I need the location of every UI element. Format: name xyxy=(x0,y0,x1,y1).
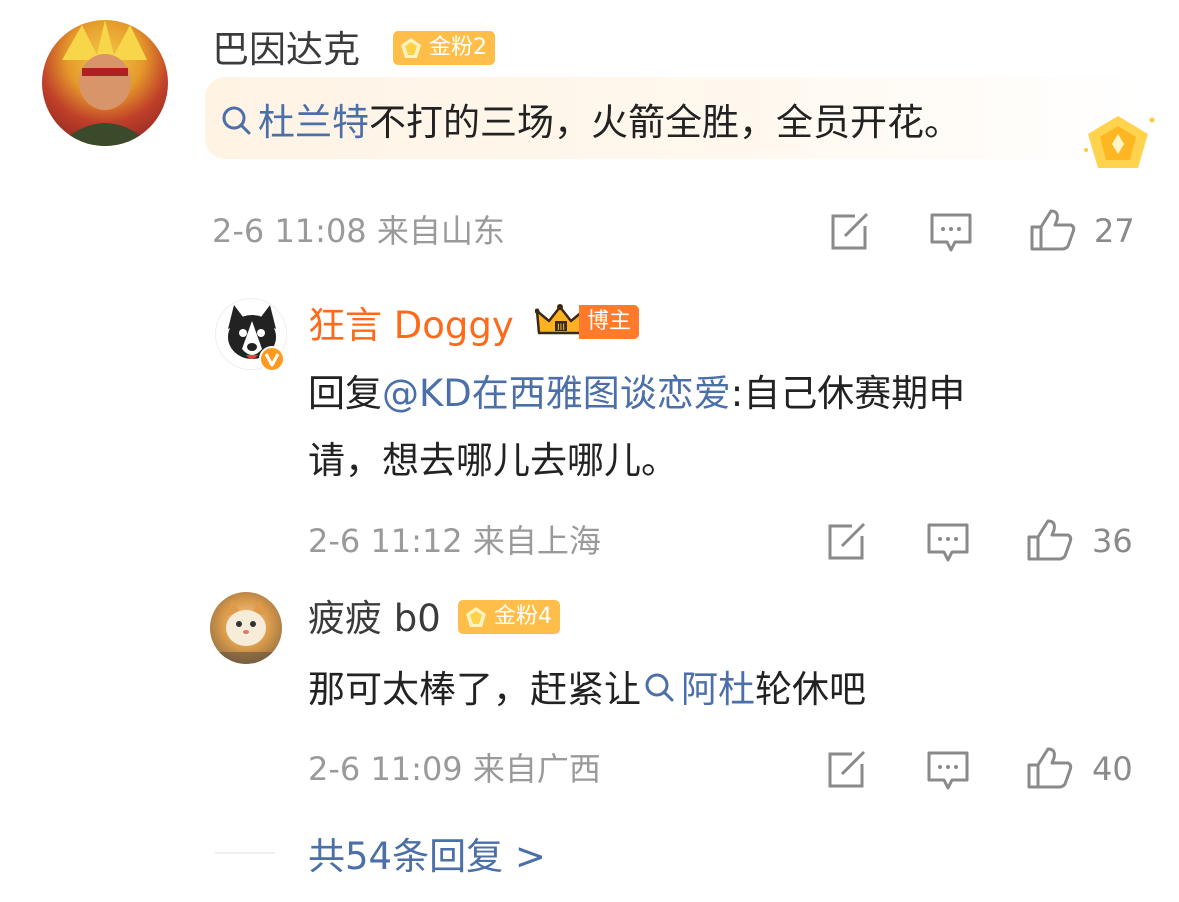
reply-text: 回复@KD在西雅图谈恋爱:自己休赛期申 xyxy=(308,375,965,412)
mention-link[interactable]: @KD在西雅图谈恋爱 xyxy=(382,372,731,415)
comment-icon[interactable] xyxy=(929,212,973,254)
like-count: 27 xyxy=(1094,212,1135,250)
topic-link[interactable]: 阿杜 xyxy=(681,668,755,711)
reply-meta: 2-6 11:09 来自广西 xyxy=(308,753,601,785)
gem-icon xyxy=(466,607,486,627)
comment-body: 不打的三场，火箭全胜，全员开花。 xyxy=(369,101,961,144)
more-replies-link[interactable]: 共54条回复 > xyxy=(308,838,546,875)
like-count: 36 xyxy=(1092,522,1133,560)
reply-username[interactable]: 疲疲 b0 xyxy=(308,600,441,637)
like-icon[interactable] xyxy=(1029,208,1077,252)
repost-icon[interactable] xyxy=(829,212,871,252)
comment-icon[interactable] xyxy=(926,522,970,564)
comment-meta: 2-6 11:08 来自山东 xyxy=(212,215,505,247)
reply-prefix: 回复 xyxy=(308,372,382,415)
comment-username[interactable]: 巴因达克 xyxy=(212,31,360,68)
reply-time: 2-6 11:12 xyxy=(308,522,463,560)
avatar[interactable] xyxy=(42,20,168,146)
gem-icon xyxy=(1084,116,1155,168)
divider xyxy=(215,852,275,854)
repost-icon[interactable] xyxy=(826,750,868,790)
reply-location: 来自上海 xyxy=(472,522,601,560)
reply-body-pre: 那可太棒了，赶紧让 xyxy=(308,668,641,711)
like-count: 40 xyxy=(1092,750,1133,788)
comment-location: 来自山东 xyxy=(376,212,505,250)
reply-username[interactable]: 狂言 Doggy xyxy=(308,307,514,344)
reply-body-post: 轮休吧 xyxy=(755,668,866,711)
reply-text: 那可太棒了，赶紧让 阿杜轮休吧 xyxy=(308,670,866,708)
reply-meta: 2-6 11:12 来自上海 xyxy=(308,525,601,557)
reply-body-line1: :自己休赛期申 xyxy=(730,372,966,415)
fan-badge-label: 金粉4 xyxy=(494,604,552,629)
reply-text-line2: 请，想去哪儿去哪儿。 xyxy=(308,439,678,482)
avatar-image xyxy=(57,20,153,146)
topic-link[interactable]: 杜兰特 xyxy=(258,101,369,144)
comment-time: 2-6 11:08 xyxy=(212,212,367,250)
fan-badge: 金粉2 xyxy=(393,31,495,65)
avatar[interactable] xyxy=(210,592,282,664)
search-icon xyxy=(645,673,674,702)
verified-icon xyxy=(259,346,285,372)
like-icon[interactable] xyxy=(1026,746,1074,790)
blogger-badge-label: 博主 xyxy=(579,305,640,339)
crown-icon: III xyxy=(535,304,585,335)
comment-text: 杜兰特不打的三场，火箭全胜，全员开花。 xyxy=(220,103,961,141)
reply-time: 2-6 11:09 xyxy=(308,750,463,788)
gem-icon xyxy=(401,38,421,58)
fan-badge: 金粉4 xyxy=(458,600,560,634)
reply-location: 来自广西 xyxy=(472,750,601,788)
fan-badge-label: 金粉2 xyxy=(429,35,487,60)
comment-icon[interactable] xyxy=(926,750,970,792)
like-icon[interactable] xyxy=(1026,518,1074,562)
avatar-image xyxy=(210,600,282,664)
svg-text:III: III xyxy=(557,323,565,333)
repost-icon[interactable] xyxy=(826,522,868,562)
search-icon xyxy=(222,106,251,135)
